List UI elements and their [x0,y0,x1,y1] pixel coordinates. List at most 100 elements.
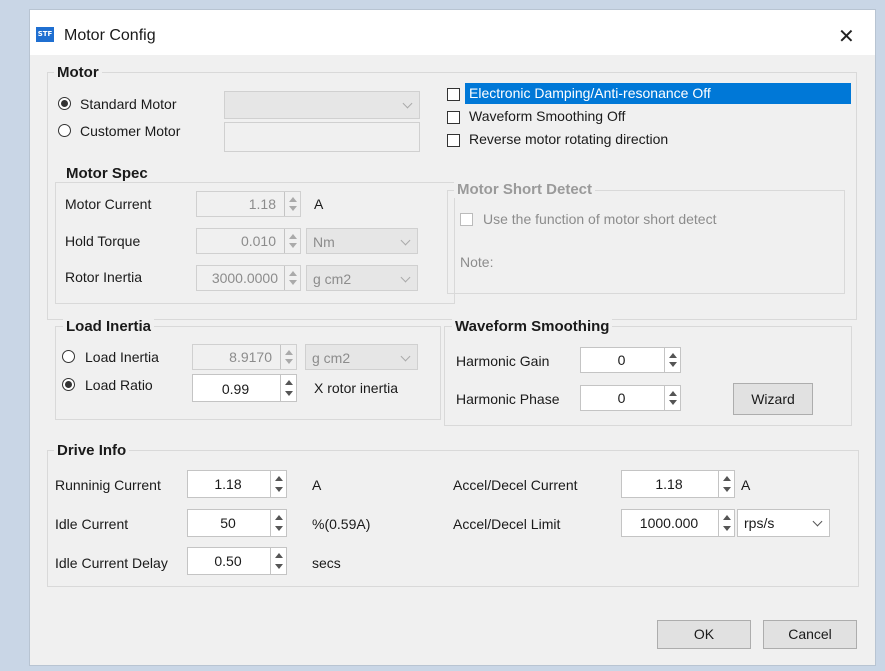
harmonic-gain-label: Harmonic Gain [456,353,550,369]
chevron-down-icon [402,98,413,109]
accel-decel-current-input[interactable]: 1.18 [621,470,735,498]
rotor-inertia-spin-icon[interactable] [284,266,300,290]
load-inertia-unit-select[interactable]: g cm2 [305,344,418,370]
short-detect-label: Use the function of motor short detect [483,211,717,227]
load-inertia-radio[interactable] [62,350,75,363]
accel-decel-current-unit: A [741,477,751,493]
running-current-unit: A [312,477,322,493]
idle-current-delay-input[interactable]: 0.50 [187,547,287,575]
motor-short-detect-group [447,190,845,294]
accel-decel-limit-input[interactable]: 1000.000 [621,509,735,537]
drive-info-group-title: Drive Info [54,442,130,459]
motor-spec-group-title: Motor Spec [63,165,151,182]
idle-current-value: 50 [220,515,236,531]
motor-config-dialog: STF Motor Config ✕ Motor Standard Motor … [30,10,875,665]
motor-current-label: Motor Current [65,196,152,212]
chevron-down-icon [812,516,823,527]
accel-decel-limit-unit-select[interactable]: rps/s [737,509,830,537]
idle-current-label: Idle Current [55,516,129,532]
load-ratio-value: 0.99 [221,381,250,397]
rotor-inertia-value: 3000.0000 [211,270,278,286]
load-ratio-input[interactable]: 0.99 [192,374,297,402]
idle-current-spin-icon[interactable] [270,510,286,536]
idle-current-delay-spin-icon[interactable] [270,548,286,574]
hold-torque-unit-select[interactable]: Nm [306,228,418,254]
harmonic-gain-input[interactable]: 0 [580,347,681,373]
accel-decel-current-label: Accel/Decel Current [453,477,578,493]
rotor-inertia-unit-select[interactable]: g cm2 [306,265,418,291]
load-inertia-group [55,326,441,420]
ok-button[interactable]: OK [657,620,751,649]
load-inertia-spin-icon[interactable] [280,345,296,369]
harmonic-gain-spin-icon[interactable] [664,348,680,372]
waveform-smoothing-off-label: Waveform Smoothing Off [469,108,626,124]
running-current-value: 1.18 [214,476,242,492]
harmonic-phase-value: 0 [617,390,626,406]
accel-decel-limit-value: 1000.000 [639,515,699,531]
load-inertia-unit-value: g cm2 [312,350,351,366]
hold-torque-unit-value: Nm [313,234,335,250]
harmonic-gain-value: 0 [617,352,626,368]
hold-torque-spin-icon[interactable] [284,229,300,253]
short-detect-checkbox[interactable] [460,213,473,226]
running-current-input[interactable]: 1.18 [187,470,287,498]
short-detect-note-label: Note: [460,254,494,270]
cancel-button[interactable]: Cancel [763,620,857,649]
rotor-inertia-unit-value: g cm2 [313,271,352,287]
motor-short-detect-title: Motor Short Detect [454,181,595,198]
hold-torque-label: Hold Torque [65,233,141,249]
load-ratio-label: Load Ratio [85,377,153,393]
motor-current-unit: A [314,196,324,212]
rotor-inertia-input[interactable]: 3000.0000 [196,265,301,291]
load-ratio-radio[interactable] [62,378,75,391]
motor-current-value: 1.18 [248,196,276,212]
reverse-direction-checkbox[interactable] [447,134,460,147]
accel-decel-limit-unit-value: rps/s [744,515,775,531]
wizard-button[interactable]: Wizard [733,383,813,415]
damping-off-label[interactable]: Electronic Damping/Anti-resonance Off [465,83,851,104]
standard-motor-select[interactable] [224,91,420,119]
title-bar: STF Motor Config ✕ [30,10,875,55]
close-icon[interactable]: ✕ [838,24,855,48]
waveform-smoothing-off-checkbox[interactable] [447,111,460,124]
chevron-down-icon [400,272,411,283]
standard-motor-label: Standard Motor [80,96,177,112]
motor-current-spin-icon[interactable] [284,192,300,216]
hold-torque-input[interactable]: 0.010 [196,228,301,254]
accel-decel-limit-label: Accel/Decel Limit [453,516,561,532]
idle-current-unit: %(0.59A) [312,516,371,532]
running-current-spin-icon[interactable] [270,471,286,497]
load-inertia-label: Load Inertia [85,349,159,365]
customer-motor-label: Customer Motor [80,123,181,139]
load-inertia-input[interactable]: 8.9170 [192,344,297,370]
load-inertia-group-title: Load Inertia [63,318,155,335]
harmonic-phase-label: Harmonic Phase [456,391,560,407]
waveform-smoothing-group-title: Waveform Smoothing [452,318,613,335]
idle-current-delay-value: 0.50 [214,553,242,569]
motor-current-input[interactable]: 1.18 [196,191,301,217]
rotor-inertia-label: Rotor Inertia [65,269,143,285]
harmonic-phase-spin-icon[interactable] [664,386,680,410]
harmonic-phase-input[interactable]: 0 [580,385,681,411]
accel-decel-current-spin-icon[interactable] [718,471,734,497]
accel-decel-limit-spin-icon[interactable] [718,510,734,536]
accel-decel-current-value: 1.18 [655,476,683,492]
reverse-direction-label: Reverse motor rotating direction [469,131,669,147]
customer-motor-input[interactable] [224,122,420,152]
motor-group-title: Motor [54,64,102,81]
load-inertia-value: 8.9170 [229,349,272,365]
idle-current-delay-unit: secs [312,555,341,571]
customer-motor-radio[interactable] [58,124,71,137]
damping-off-checkbox[interactable] [447,88,460,101]
hold-torque-value: 0.010 [240,233,276,249]
chevron-down-icon [400,235,411,246]
load-ratio-spin-icon[interactable] [280,375,296,401]
idle-current-delay-label: Idle Current Delay [55,555,168,571]
standard-motor-radio[interactable] [58,97,71,110]
load-ratio-unit: X rotor inertia [314,380,399,396]
chevron-down-icon [400,351,411,362]
running-current-label: Runninig Current [55,477,161,493]
idle-current-input[interactable]: 50 [187,509,287,537]
window-title: Motor Config [64,27,156,44]
app-logo-icon: STF [36,27,54,42]
